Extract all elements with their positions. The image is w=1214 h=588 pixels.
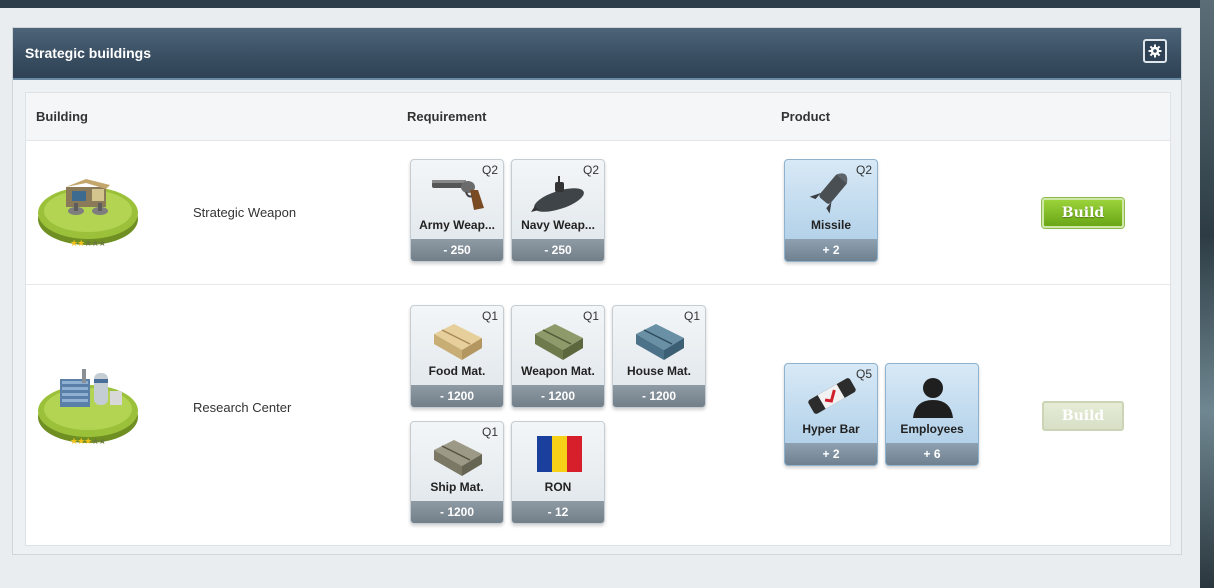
item-name: Food Mat. — [428, 364, 486, 378]
table-header: Building Requirement Product — [26, 93, 1170, 141]
building-stars: ★★★★★ — [70, 239, 106, 249]
requirement-item[interactable]: Q1 Ship Mat. - 1200 — [410, 421, 504, 524]
requirement-item[interactable]: Q2 Army Weap... - 250 — [410, 159, 504, 262]
item-name: Hyper Bar — [802, 422, 860, 436]
building-name: Strategic Weapon — [193, 205, 297, 220]
item-amount: + 6 — [886, 443, 978, 465]
item-amount: - 1200 — [411, 501, 503, 523]
person-icon — [913, 378, 953, 418]
item-name: Missile — [810, 218, 852, 232]
flag-icon — [537, 436, 582, 472]
requirement-item[interactable]: Q1 Food Mat. - 1200 — [410, 305, 504, 408]
item-amount: - 12 — [512, 501, 604, 523]
energy-bar-icon — [808, 378, 856, 414]
requirement-item[interactable]: RON - 12 — [511, 421, 605, 524]
crate-icon — [636, 324, 684, 360]
panel-title: Strategic buildings — [25, 45, 152, 61]
revolver-icon — [432, 180, 484, 210]
item-name: Weapon Mat. — [521, 364, 595, 378]
item-name: House Mat. — [626, 364, 691, 378]
crate-icon — [535, 324, 583, 360]
submarine-icon — [531, 176, 584, 212]
build-button[interactable]: Build — [1042, 198, 1124, 228]
panel-header: Strategic buildings — [13, 28, 1181, 80]
product-item[interactable]: Q5 Hyper Bar + 2 — [784, 363, 878, 466]
item-amount: + 2 — [785, 239, 877, 261]
item-name: RON — [544, 480, 572, 494]
table-row: ★★★★★ Research Center Q1 Food Mat. - 120… — [26, 285, 1170, 546]
background-scenery — [1200, 0, 1214, 588]
item-amount: + 2 — [785, 443, 877, 465]
item-amount: - 250 — [411, 239, 503, 261]
top-strip — [0, 0, 1200, 8]
item-name: Army Weap... — [419, 218, 495, 232]
table-row: ★★★★★ Strategic Weapon Q2 Army Weap... -… — [26, 141, 1170, 285]
settings-button[interactable] — [1143, 39, 1167, 63]
requirement-item[interactable]: Q1 Weapon Mat. - 1200 — [511, 305, 605, 408]
column-header-requirement: Requirement — [407, 109, 487, 124]
building-name: Research Center — [193, 400, 292, 415]
crate-icon — [434, 440, 482, 476]
requirement-item[interactable]: Q2 Navy Weap... - 250 — [511, 159, 605, 262]
build-button[interactable]: Build — [1042, 401, 1124, 431]
building-stars: ★★★★★ — [70, 437, 106, 447]
item-amount: - 250 — [512, 239, 604, 261]
item-amount: - 1200 — [512, 385, 604, 407]
crate-icon — [434, 324, 482, 360]
column-header-product: Product — [781, 109, 831, 124]
item-name: Employees — [900, 422, 964, 436]
research-center-building-icon — [38, 369, 138, 443]
missile-icon — [809, 173, 848, 214]
strategic-buildings-panel: Strategic buildings Building Requirement… — [12, 27, 1182, 555]
strategic-weapon-building-icon — [38, 179, 138, 245]
gear-icon — [1148, 44, 1162, 58]
buildings-table: Building Requirement Product ★★★★★ Strat… — [25, 92, 1171, 546]
column-header-building: Building — [36, 109, 88, 124]
item-amount: - 1200 — [613, 385, 705, 407]
product-item[interactable]: Employees + 6 — [885, 363, 979, 466]
product-item[interactable]: Q2 Missile + 2 — [784, 159, 878, 262]
item-name: Ship Mat. — [430, 480, 484, 494]
item-amount: - 1200 — [411, 385, 503, 407]
item-name: Navy Weap... — [521, 218, 595, 232]
requirement-item[interactable]: Q1 House Mat. - 1200 — [612, 305, 706, 408]
